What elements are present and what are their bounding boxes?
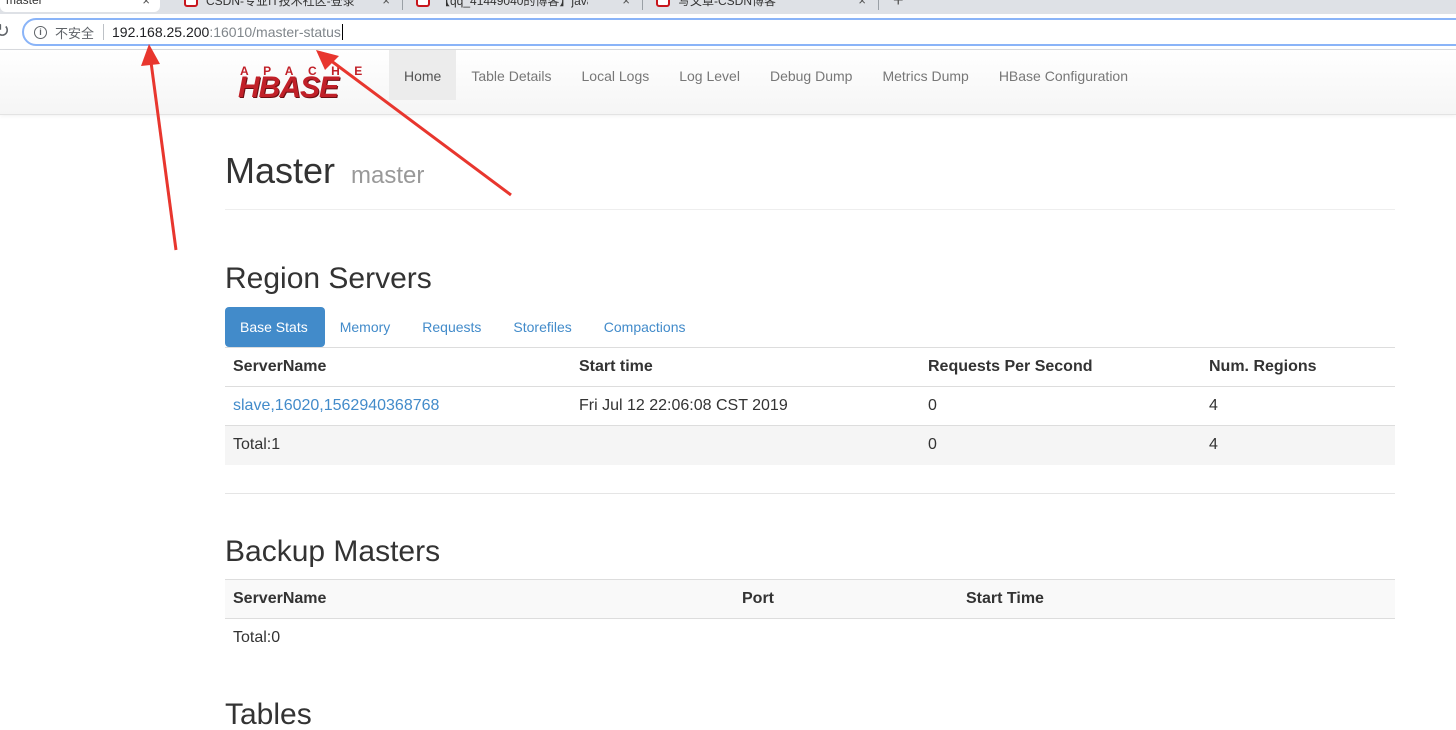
table-cell: 4 <box>1201 425 1395 465</box>
browser-tab-blog[interactable]: 【qq_41449040的博客】java_p × <box>404 0 640 12</box>
page-title-text: Master <box>225 150 336 191</box>
browser-tab-csdn-login[interactable]: CSDN-专业IT技术社区-登录 × <box>172 0 400 12</box>
hbase-navbar: APACHE HBASE Home Table Details Local Lo… <box>0 50 1456 115</box>
table-cell <box>571 425 920 465</box>
tab-requests[interactable]: Requests <box>407 307 498 347</box>
tab-separator <box>878 0 879 10</box>
csdn-favicon-icon <box>656 0 670 7</box>
nav-local-logs[interactable]: Local Logs <box>567 50 665 100</box>
url-host[interactable]: 192.168.25.200 <box>112 24 209 40</box>
tab-storefiles[interactable]: Storefiles <box>498 307 588 347</box>
table-cell: Total:1 <box>225 425 571 465</box>
column-header: Requests Per Second <box>920 347 1201 387</box>
info-icon[interactable]: i <box>34 25 47 39</box>
table-cell: Fri Jul 12 22:06:08 CST 2019 <box>571 386 920 426</box>
browser-tab-master[interactable]: master × <box>0 0 160 12</box>
backup-masters-table: ServerName Port Start Time Total:0 <box>225 579 1395 658</box>
table-cell: Total:0 <box>225 618 734 658</box>
table-cell: 4 <box>1201 386 1395 426</box>
backup-masters-heading: Backup Masters <box>225 535 441 568</box>
table-cell <box>734 619 958 658</box>
browser-tab-strip: master × CSDN-专业IT技术社区-登录 × 【qq_41449040… <box>0 0 1456 14</box>
tab-title: 写文章-CSDN博客 <box>678 0 776 8</box>
text-caret <box>341 24 343 40</box>
page-header: Master master <box>225 150 1395 210</box>
tab-title: CSDN-专业IT技术社区-登录 <box>206 0 355 8</box>
server-link[interactable]: slave,16020,1562940368768 <box>233 397 439 414</box>
url-path[interactable]: :16010/master-status <box>209 24 341 40</box>
region-servers-heading: Region Servers <box>225 262 432 295</box>
column-header: Start Time <box>958 579 1395 619</box>
new-tab-button[interactable]: + <box>893 0 904 11</box>
tables-heading: Tables <box>225 698 312 730</box>
close-icon[interactable]: × <box>142 0 150 8</box>
column-header: Start time <box>571 347 920 387</box>
column-header: ServerName <box>225 579 734 619</box>
page-subtitle: master <box>351 162 425 189</box>
tab-base-stats[interactable]: Base Stats <box>225 307 325 347</box>
region-servers-table: ServerName Start time Requests Per Secon… <box>225 347 1395 465</box>
table-cell: 0 <box>920 425 1201 465</box>
tab-compactions[interactable]: Compactions <box>589 307 703 347</box>
address-bar[interactable]: i 不安全 192.168.25.200:16010/master-status <box>22 18 1456 46</box>
table-total-row: Total:1 0 4 <box>225 425 1395 465</box>
nav-table-details[interactable]: Table Details <box>456 50 566 100</box>
section-divider <box>225 493 1395 494</box>
divider <box>103 24 105 40</box>
table-header-row: ServerName Start time Requests Per Secon… <box>225 347 1395 387</box>
column-header: Port <box>734 579 958 619</box>
nav-hbase-configuration[interactable]: HBase Configuration <box>984 50 1143 100</box>
column-header: Num. Regions <box>1201 347 1395 387</box>
table-cell <box>958 619 1395 658</box>
table-total-row: Total:0 <box>225 618 1395 658</box>
hbase-logo[interactable]: APACHE HBASE <box>238 64 376 104</box>
nav-menu: Home Table Details Local Logs Log Level … <box>389 50 1143 100</box>
browser-tab-write-article[interactable]: 写文章-CSDN博客 × <box>644 0 876 12</box>
tab-title: master <box>6 0 43 7</box>
logo-text-hbase: HBASE <box>238 71 339 104</box>
security-label[interactable]: 不安全 <box>55 23 94 42</box>
tab-title: 【qq_41449040的博客】java_p <box>438 0 588 8</box>
column-header: ServerName <box>225 347 571 387</box>
nav-debug-dump[interactable]: Debug Dump <box>755 50 868 100</box>
close-icon[interactable]: × <box>858 0 866 8</box>
table-row: slave,16020,1562940368768 Fri Jul 12 22:… <box>225 386 1395 426</box>
server-name-cell: slave,16020,1562940368768 <box>225 386 571 426</box>
close-icon[interactable]: × <box>622 0 630 8</box>
browser-toolbar: ↻ i 不安全 192.168.25.200:16010/master-stat… <box>0 14 1456 50</box>
table-cell: 0 <box>920 386 1201 426</box>
reload-icon[interactable]: ↻ <box>0 20 10 43</box>
region-servers-tabs: Base Stats Memory Requests Storefiles Co… <box>225 307 702 347</box>
nav-home[interactable]: Home <box>389 50 457 100</box>
close-icon[interactable]: × <box>382 0 390 8</box>
tab-separator <box>642 0 643 10</box>
csdn-favicon-icon <box>416 0 430 7</box>
tab-separator <box>402 0 403 10</box>
tab-memory[interactable]: Memory <box>325 307 408 347</box>
table-header-row: ServerName Port Start Time <box>225 579 1395 619</box>
nav-log-level[interactable]: Log Level <box>664 50 755 100</box>
csdn-favicon-icon <box>184 0 198 7</box>
nav-metrics-dump[interactable]: Metrics Dump <box>867 50 983 100</box>
page-title: Master master <box>225 150 424 192</box>
